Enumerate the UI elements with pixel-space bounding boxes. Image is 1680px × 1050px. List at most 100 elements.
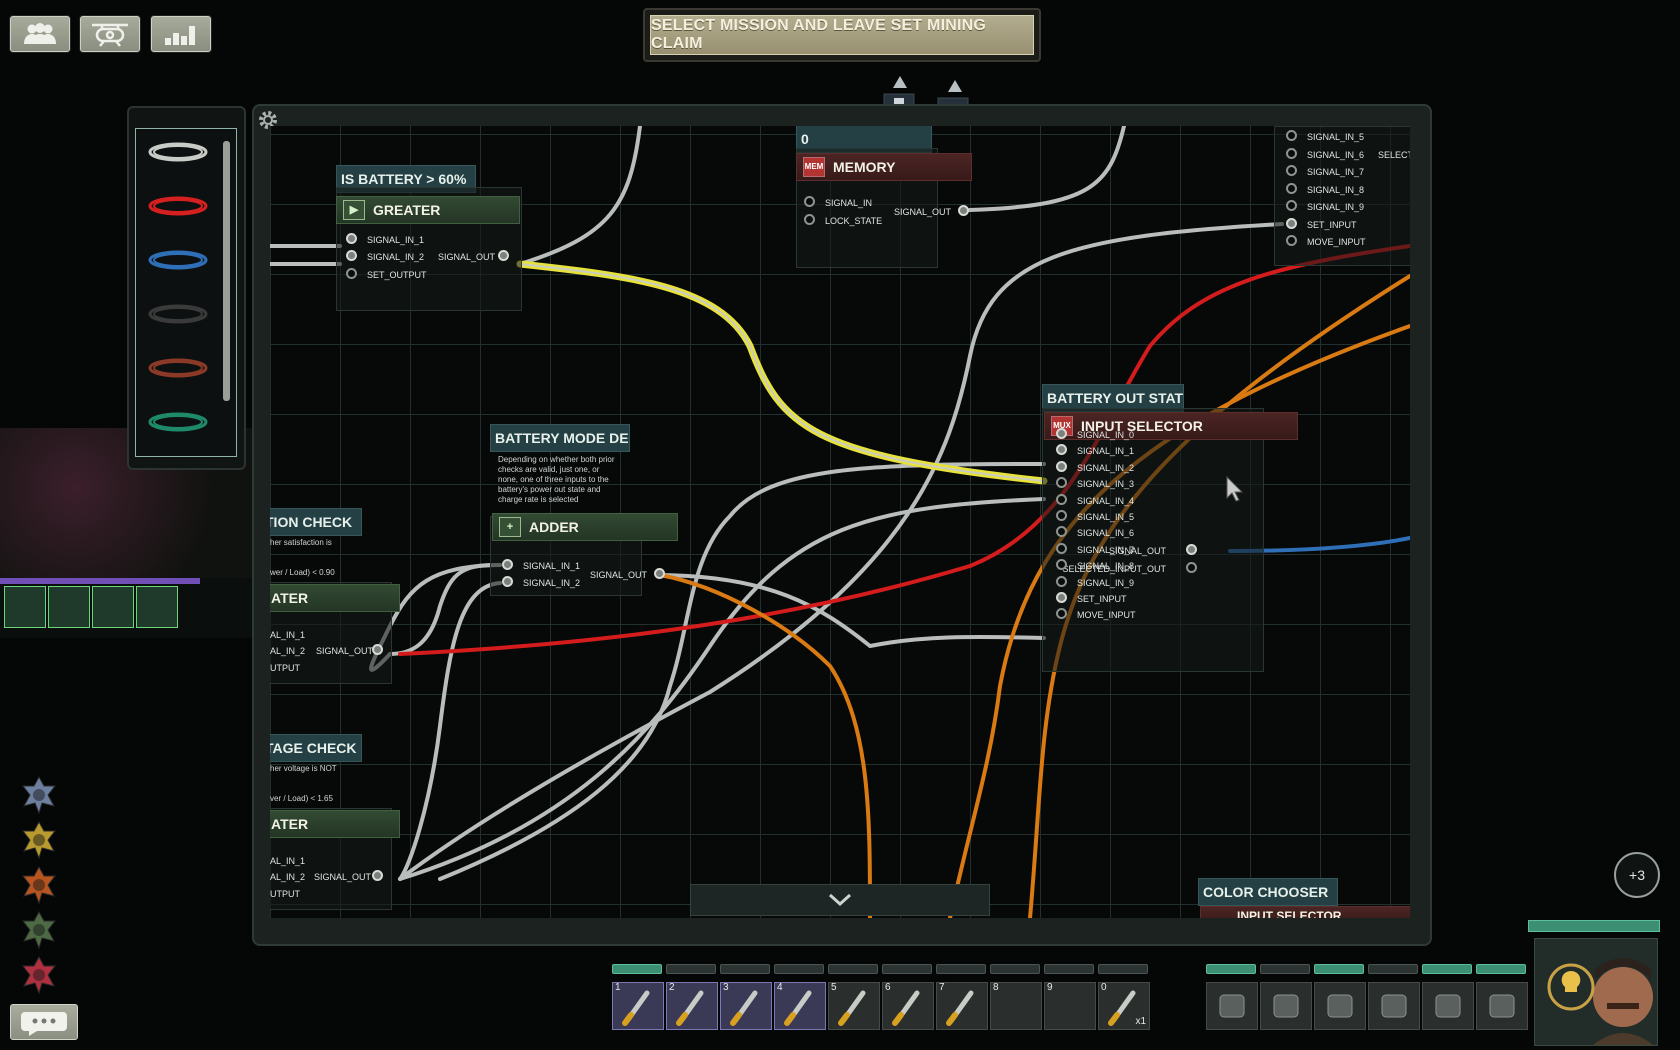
input-selector-in-pin[interactable]: SIGNAL_IN_2 xyxy=(1056,460,1134,475)
collapse-button[interactable] xyxy=(690,884,990,916)
equipment-slot[interactable] xyxy=(1476,982,1528,1030)
memory-chip-icon: MEM xyxy=(803,157,825,177)
character-portrait[interactable] xyxy=(1534,938,1658,1046)
greater-header[interactable]: ▶ GREATER xyxy=(336,196,520,224)
memory-header[interactable]: MEM MEMORY xyxy=(796,153,972,181)
hotbar-slot[interactable]: 5 xyxy=(828,982,880,1030)
input-selector-in-pin[interactable]: SIGNAL_IN_3 xyxy=(1056,477,1134,491)
pin[interactable]: SIGNAL_IN_5 xyxy=(1286,130,1364,144)
weapons-icon[interactable] xyxy=(20,956,58,994)
wire-brown-icon[interactable] xyxy=(146,355,210,381)
input-selector-in-pin[interactable]: SIGNAL_IN_5 xyxy=(1056,510,1134,524)
equipment-slot[interactable] xyxy=(1260,982,1312,1030)
left-check-label[interactable]: TION CHECK xyxy=(270,508,362,536)
hotbar-slot[interactable]: 2 xyxy=(666,982,718,1030)
electrical-icon[interactable] xyxy=(20,821,58,859)
chat-button[interactable] xyxy=(10,1004,78,1040)
pin[interactable]: MOVE_INPUT xyxy=(1286,235,1366,249)
memory-out-pin[interactable]: SIGNAL_OUT xyxy=(894,205,969,219)
adder-header[interactable]: + ADDER xyxy=(492,513,678,541)
greater-out-pin[interactable]: SIGNAL_OUT xyxy=(438,250,509,264)
left-greater-out-pin[interactable]: SIGNAL_OUT xyxy=(316,644,383,658)
equipment-slot[interactable] xyxy=(1206,982,1258,1030)
left-greater2-header[interactable]: ATER xyxy=(270,810,400,838)
pin[interactable]: AL_IN_2 xyxy=(270,870,305,884)
hotbar-slot[interactable]: 9 xyxy=(1044,982,1096,1030)
greater-in2-pin[interactable]: SIGNAL_IN_2 xyxy=(346,250,424,264)
slot-condition-bar xyxy=(882,964,932,974)
wire-green-icon[interactable] xyxy=(146,409,210,435)
color-chooser-label[interactable]: COLOR CHOOSER xyxy=(1198,878,1338,906)
wire-blue-icon[interactable] xyxy=(146,247,210,273)
hotbar-slot[interactable]: 0 x1 xyxy=(1098,982,1150,1030)
helmet-icon xyxy=(1273,994,1299,1018)
pin[interactable]: SIGNAL_IN_6 xyxy=(1286,148,1364,162)
plus-icon: + xyxy=(499,517,521,537)
input-selector-in-pin[interactable]: SIGNAL_IN_6 xyxy=(1056,526,1134,540)
hotbar-slot[interactable]: 8 xyxy=(990,982,1042,1030)
equipment-slot[interactable] xyxy=(1368,982,1420,1030)
wire-gray-icon[interactable] xyxy=(146,139,210,165)
input-selector-in-pin[interactable]: SIGNAL_IN_9 xyxy=(1056,575,1134,590)
input-selector-in-pin[interactable]: MOVE_INPUT xyxy=(1056,608,1136,622)
statistics-button[interactable] xyxy=(151,16,211,52)
vest-icon xyxy=(1327,994,1353,1018)
wire-red-icon[interactable] xyxy=(146,193,210,219)
hotbar-slot[interactable]: 4 xyxy=(774,982,826,1030)
mission-button[interactable]: SELECT MISSION AND LEAVE SET MINING CLAI… xyxy=(650,15,1034,55)
input-selector-in-pin[interactable]: SIGNAL_IN_7 xyxy=(1056,542,1134,557)
left-check-desc: her satisfaction is xyxy=(270,538,332,547)
wire-list[interactable] xyxy=(135,128,237,457)
input-selector-in-pin[interactable]: SET_INPUT xyxy=(1056,592,1127,606)
id-tag-icon xyxy=(1489,994,1515,1018)
pin[interactable]: SIGNAL_IN_9 xyxy=(1286,200,1364,214)
hotbar-slot[interactable]: 3 xyxy=(720,982,772,1030)
greater-setoutput-pin[interactable]: SET_OUTPUT xyxy=(346,268,427,282)
pin[interactable]: AL_IN_1 xyxy=(270,854,305,868)
wire-list-scrollbar[interactable] xyxy=(223,141,230,401)
medical-icon[interactable] xyxy=(20,776,58,814)
circuit-grid[interactable]: IS BATTERY > 60% ▶ GREATER SIGNAL_IN_1 SI… xyxy=(270,126,1410,918)
pin[interactable]: SET_INPUT xyxy=(1286,218,1357,232)
pin[interactable]: UTPUT xyxy=(270,887,300,901)
adder-out-pin[interactable]: SIGNAL_OUT xyxy=(590,568,665,582)
hotbar-slot[interactable]: 7 xyxy=(936,982,988,1030)
slot-condition-bar xyxy=(1098,964,1148,974)
left-check-desc2: wer / Load) < 0.90 xyxy=(270,568,335,577)
greater-in1-pin[interactable]: SIGNAL_IN_1 xyxy=(346,233,424,247)
pin[interactable]: SELECTE xyxy=(1378,148,1410,162)
adder-in1-pin[interactable]: SIGNAL_IN_1 xyxy=(502,559,580,573)
pin[interactable]: SIGNAL_IN_8 xyxy=(1286,183,1364,197)
left-greater-header[interactable]: ATER xyxy=(270,584,400,612)
adder-label[interactable]: BATTERY MODE DECI... xyxy=(490,424,630,452)
adder-in2-pin[interactable]: SIGNAL_IN_2 xyxy=(502,576,580,590)
pin[interactable]: SIGNAL_IN_7 xyxy=(1286,165,1364,179)
pin[interactable]: UTPUT xyxy=(270,661,300,675)
input-selector-in-pin[interactable]: SIGNAL_IN_1 xyxy=(1056,444,1134,458)
fire-icon[interactable] xyxy=(20,866,58,904)
mouse-cursor-icon xyxy=(1226,476,1244,502)
notification-counter[interactable]: +3 xyxy=(1614,852,1660,898)
input-selector-in-pin[interactable]: SIGNAL_IN_8 xyxy=(1056,559,1134,573)
memory-lock-pin[interactable]: LOCK_STATE xyxy=(804,214,882,228)
id-card-icon xyxy=(1219,994,1245,1018)
input-selector-in-pin[interactable]: SIGNAL_IN_4 xyxy=(1056,493,1134,508)
mission-text: SELECT MISSION AND LEAVE SET MINING CLAI… xyxy=(651,17,987,52)
equipment-slot[interactable] xyxy=(1422,982,1474,1030)
pin[interactable]: AL_IN_1 xyxy=(270,628,305,642)
left-greater2-out-pin[interactable]: SIGNAL_OUT xyxy=(314,870,383,884)
hotbar-slot[interactable]: 1 xyxy=(612,982,664,1030)
left-check2-label[interactable]: TAGE CHECK xyxy=(270,734,362,762)
memory-in-pin[interactable]: SIGNAL_IN xyxy=(804,196,872,210)
wire-black-icon[interactable] xyxy=(146,301,210,327)
pin[interactable]: AL_IN_2 xyxy=(270,644,305,658)
hotbar-slot[interactable]: 6 xyxy=(882,982,934,1030)
health-bar xyxy=(1528,920,1660,932)
bag-icon xyxy=(1435,994,1461,1018)
submarine-button[interactable] xyxy=(80,16,140,52)
color-chooser-header[interactable]: INPUT SELECTOR xyxy=(1200,906,1410,918)
equipment-slot[interactable] xyxy=(1314,982,1366,1030)
input-selector-in-pin[interactable]: SIGNAL_IN_0 xyxy=(1056,428,1134,442)
helm-icon[interactable] xyxy=(20,911,58,949)
crew-button[interactable] xyxy=(10,16,70,52)
